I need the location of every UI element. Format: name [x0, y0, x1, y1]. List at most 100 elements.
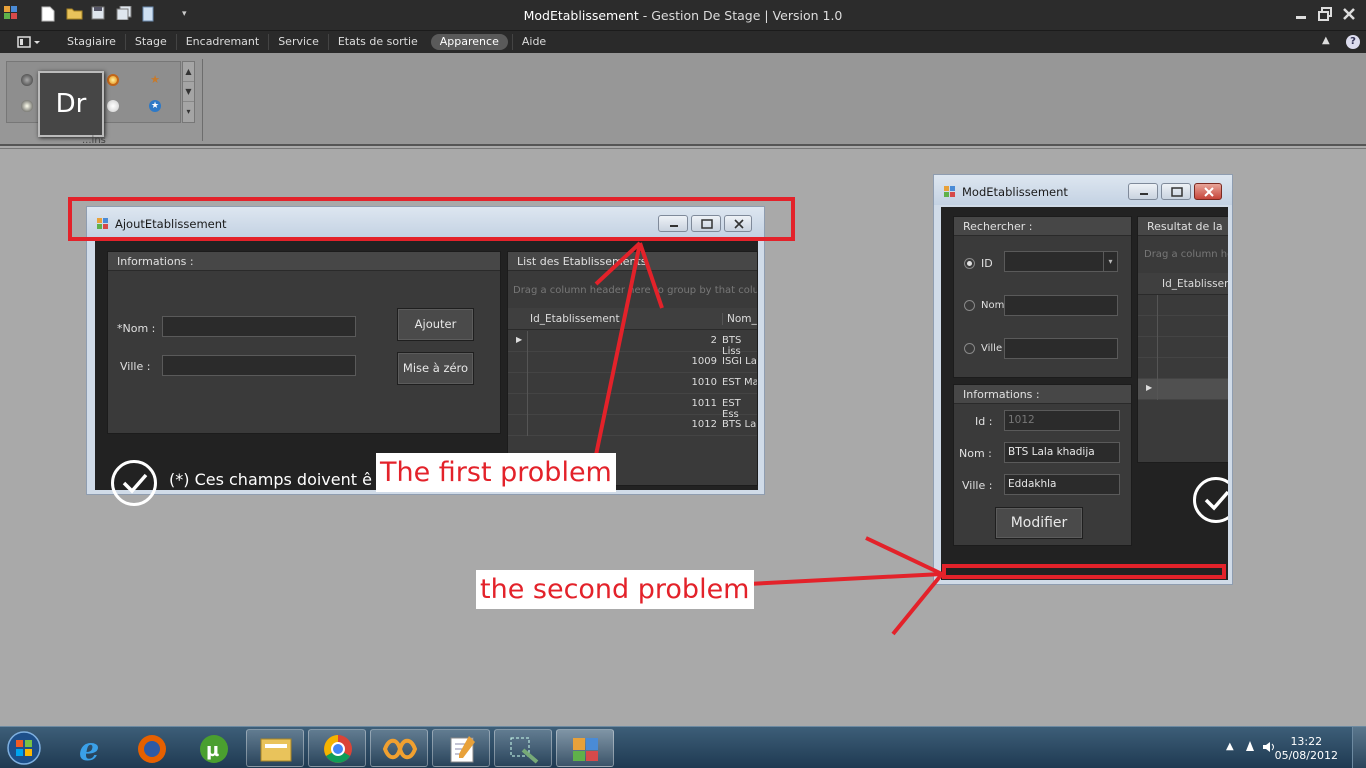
- column-id-etablissement[interactable]: Id_Etablissem: [1162, 278, 1228, 290]
- reset-button[interactable]: Mise à zéro: [397, 352, 474, 385]
- cell-id: 1010: [691, 377, 717, 388]
- taskbar-explorer-icon[interactable]: [246, 729, 304, 767]
- gallery-down-icon[interactable]: ▼: [183, 82, 194, 102]
- modifier-button[interactable]: Modifier: [995, 507, 1083, 539]
- app-menu-button[interactable]: [16, 34, 42, 50]
- taskbar-gestion-stage-icon[interactable]: [556, 729, 614, 767]
- cell-id: 1012: [691, 419, 717, 430]
- check-icon: [111, 460, 157, 506]
- taskbar-visual-studio-icon[interactable]: [370, 729, 428, 767]
- windows-taskbar: e µ ▲ 13:22 05/08/2012: [0, 726, 1366, 768]
- skin-dark-icon[interactable]: [21, 74, 33, 86]
- nom-input[interactable]: BTS Lala khadija: [1004, 442, 1120, 463]
- tab-aide[interactable]: Aide: [511, 34, 555, 50]
- panel-header: Informations :: [954, 385, 1131, 404]
- ajouter-button[interactable]: Ajouter: [397, 308, 474, 341]
- ville-input[interactable]: Eddakhla: [1004, 474, 1120, 495]
- search-by-id-radio[interactable]: [964, 258, 975, 269]
- tab-service[interactable]: Service: [269, 34, 329, 50]
- mod-window-controls: [1128, 183, 1222, 200]
- nom-input[interactable]: [162, 316, 356, 337]
- panel-header: List des Etablissements: [508, 252, 757, 271]
- skin-star-icon[interactable]: ★: [149, 74, 161, 86]
- mod-window-title: ModEtablissement: [962, 185, 1068, 199]
- table-row[interactable]: 1012 BTS Lal: [508, 415, 757, 436]
- table-row[interactable]: 1009 ISGI La: [508, 352, 757, 373]
- tab-etats-de-sortie[interactable]: Etats de sortie: [329, 34, 427, 50]
- grid-row-header-column: [508, 331, 528, 436]
- result-panel: Resultat de la Drag a column he Id_Etabl…: [1137, 216, 1228, 463]
- tab-stage[interactable]: Stage: [126, 34, 177, 50]
- ribbon-body: ★ ★ ▲ ▼ ▾ Dr ...ins: [0, 53, 1366, 146]
- help-icon[interactable]: ?: [1346, 35, 1360, 49]
- tab-stagiaire[interactable]: Stagiaire: [58, 34, 126, 50]
- group-by-hint: Drag a column he: [1144, 249, 1228, 260]
- close-icon[interactable]: [1342, 7, 1356, 21]
- gallery-up-icon[interactable]: ▲: [183, 62, 194, 82]
- grid-header-row: Id_Etablissement Nom_E: [508, 308, 757, 330]
- search-nom-input[interactable]: [1004, 295, 1118, 316]
- taskbar-firefox-icon[interactable]: [122, 729, 180, 767]
- taskbar-tools-icon[interactable]: [494, 729, 552, 767]
- table-row[interactable]: ▶ 2 BTS Liss: [508, 331, 757, 357]
- nom-label: *Nom :: [117, 322, 156, 335]
- system-clock[interactable]: 13:22 05/08/2012: [1275, 735, 1338, 763]
- clock-date: 05/08/2012: [1274, 749, 1338, 762]
- ville-label: Ville :: [120, 360, 151, 373]
- mod-window-title-bar[interactable]: ModEtablissement: [934, 175, 1232, 205]
- id-label: Id :: [975, 415, 993, 428]
- ville-label: Ville: [981, 343, 1003, 354]
- tab-encadremant[interactable]: Encadremant: [177, 34, 270, 50]
- taskbar-ie-icon[interactable]: e: [60, 729, 118, 768]
- window-app-icon: [944, 186, 956, 198]
- svg-text:µ: µ: [206, 740, 219, 761]
- taskbar-utorrent-icon[interactable]: µ: [184, 729, 242, 767]
- id-select[interactable]: ▾: [1004, 251, 1118, 272]
- search-ville-input[interactable]: [1004, 338, 1118, 359]
- column-id-etablissement[interactable]: Id_Etablissement: [530, 313, 620, 325]
- search-by-nom-radio[interactable]: [964, 300, 975, 311]
- nom-label: Nom :: [959, 447, 992, 460]
- svg-text:e: e: [79, 730, 99, 768]
- etablissement-list-panel: List des Etablissements Drag a column he…: [507, 251, 758, 486]
- skin-gold-icon[interactable]: [107, 74, 119, 86]
- grid-row-header-column: [1138, 295, 1158, 400]
- search-by-ville-radio[interactable]: [964, 343, 975, 354]
- action-center-icon[interactable]: [1244, 740, 1256, 752]
- ribbon-collapse-icon[interactable]: ▲: [1322, 35, 1330, 46]
- show-desktop-button[interactable]: [1352, 727, 1366, 768]
- gallery-expand-icon[interactable]: ▾: [183, 102, 194, 122]
- tab-apparence[interactable]: Apparence: [430, 34, 508, 50]
- column-nom-etablissement[interactable]: Nom_E: [722, 313, 757, 325]
- close-icon[interactable]: [1194, 183, 1222, 200]
- chevron-down-icon[interactable]: ▾: [1103, 252, 1117, 271]
- skin-black-icon[interactable]: [21, 100, 33, 112]
- system-tray: ▲ 13:22 05/08/2012: [1216, 727, 1366, 768]
- first-problem-label: The first problem: [376, 453, 616, 492]
- taskbar-chrome-icon[interactable]: [308, 729, 366, 767]
- group-by-hint: Drag a column header here to group by th…: [513, 285, 758, 296]
- minimize-icon[interactable]: [1294, 7, 1308, 21]
- second-problem-highlight: [942, 564, 1226, 579]
- ville-input[interactable]: [162, 355, 356, 376]
- start-button[interactable]: [4, 729, 44, 767]
- cell-id: 1009: [691, 356, 717, 367]
- restore-icon[interactable]: [1318, 7, 1332, 21]
- skin-white-icon[interactable]: [107, 100, 119, 112]
- table-row[interactable]: 1010 EST Ma: [508, 373, 758, 394]
- required-fields-note: (*) Ces champs doivent ê: [169, 470, 372, 489]
- taskbar-notepad-icon[interactable]: [432, 729, 490, 767]
- maximize-icon[interactable]: [1161, 183, 1191, 200]
- first-problem-highlight: [68, 197, 795, 241]
- grid-header-row: Id_Etablissem: [1138, 273, 1228, 295]
- cell-id: 1011: [691, 398, 717, 409]
- panel-header: Resultat de la: [1138, 217, 1228, 236]
- ajout-etablissement-window: AjoutEtablissement Informations : *Nom :…: [86, 206, 765, 506]
- dreamweaver-tile-icon: Dr: [38, 71, 104, 137]
- cell-nom: EST Ma: [722, 377, 758, 388]
- minimize-icon[interactable]: [1128, 183, 1158, 200]
- gallery-scroll-buttons[interactable]: ▲ ▼ ▾: [182, 61, 195, 123]
- skin-blue-star-icon[interactable]: ★: [149, 100, 161, 112]
- table-row[interactable]: 1011 EST Ess: [508, 394, 757, 420]
- tray-expand-icon[interactable]: ▲: [1226, 741, 1234, 752]
